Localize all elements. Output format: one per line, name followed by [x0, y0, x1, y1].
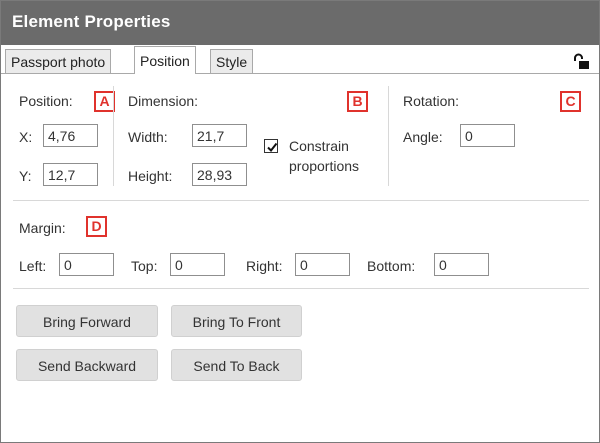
margin-right-input[interactable]	[295, 253, 350, 276]
margin-left-label: Left:	[19, 258, 47, 274]
unlock-icon[interactable]	[573, 53, 593, 71]
rotation-heading: Rotation:	[403, 93, 460, 109]
badge-d: D	[86, 216, 107, 237]
margin-bottom-label: Bottom:	[367, 258, 416, 274]
send-to-back-button[interactable]: Send To Back	[171, 349, 302, 381]
badge-c: C	[560, 91, 581, 112]
angle-label: Angle:	[403, 129, 443, 145]
x-input[interactable]	[43, 124, 98, 147]
badge-b: B	[347, 91, 368, 112]
margin-bottom-input[interactable]	[434, 253, 489, 276]
send-backward-button[interactable]: Send Backward	[16, 349, 158, 381]
position-heading: Position:	[19, 93, 73, 109]
separator-buttons	[13, 288, 589, 289]
constrain-label-line1: Constrain	[289, 138, 349, 154]
bring-forward-button[interactable]: Bring Forward	[16, 305, 158, 337]
checkmark-icon	[267, 142, 278, 153]
separator-margin	[13, 200, 589, 201]
margin-top-label: Top:	[131, 258, 158, 274]
y-input[interactable]	[43, 163, 98, 186]
y-label: Y:	[19, 168, 32, 184]
margin-left-input[interactable]	[59, 253, 114, 276]
constrain-proportions-checkbox[interactable]	[264, 139, 278, 153]
tab-style[interactable]: Style	[210, 49, 254, 73]
angle-input[interactable]	[460, 124, 515, 147]
height-input[interactable]	[192, 163, 247, 186]
tab-position[interactable]: Position	[134, 46, 196, 74]
x-label: X:	[19, 129, 33, 145]
constrain-label-line2: proportions	[289, 158, 360, 174]
margin-right-label: Right:	[246, 258, 283, 274]
width-label: Width:	[128, 129, 168, 145]
margin-heading: Margin:	[19, 220, 66, 236]
element-properties-panel: Element Properties Passport photo Positi…	[0, 0, 600, 443]
bring-to-front-button[interactable]: Bring To Front	[171, 305, 302, 337]
separator-position-dimension	[113, 86, 114, 186]
separator-dimension-rotation	[388, 86, 389, 186]
tab-passport-photo[interactable]: Passport photo	[5, 49, 112, 73]
badge-a: A	[94, 91, 115, 112]
width-input[interactable]	[192, 124, 247, 147]
dimension-heading: Dimension:	[128, 93, 199, 109]
margin-top-input[interactable]	[170, 253, 225, 276]
title-bar: Element Properties	[1, 1, 599, 45]
height-label: Height:	[128, 168, 173, 184]
panel-title: Element Properties	[12, 12, 171, 31]
